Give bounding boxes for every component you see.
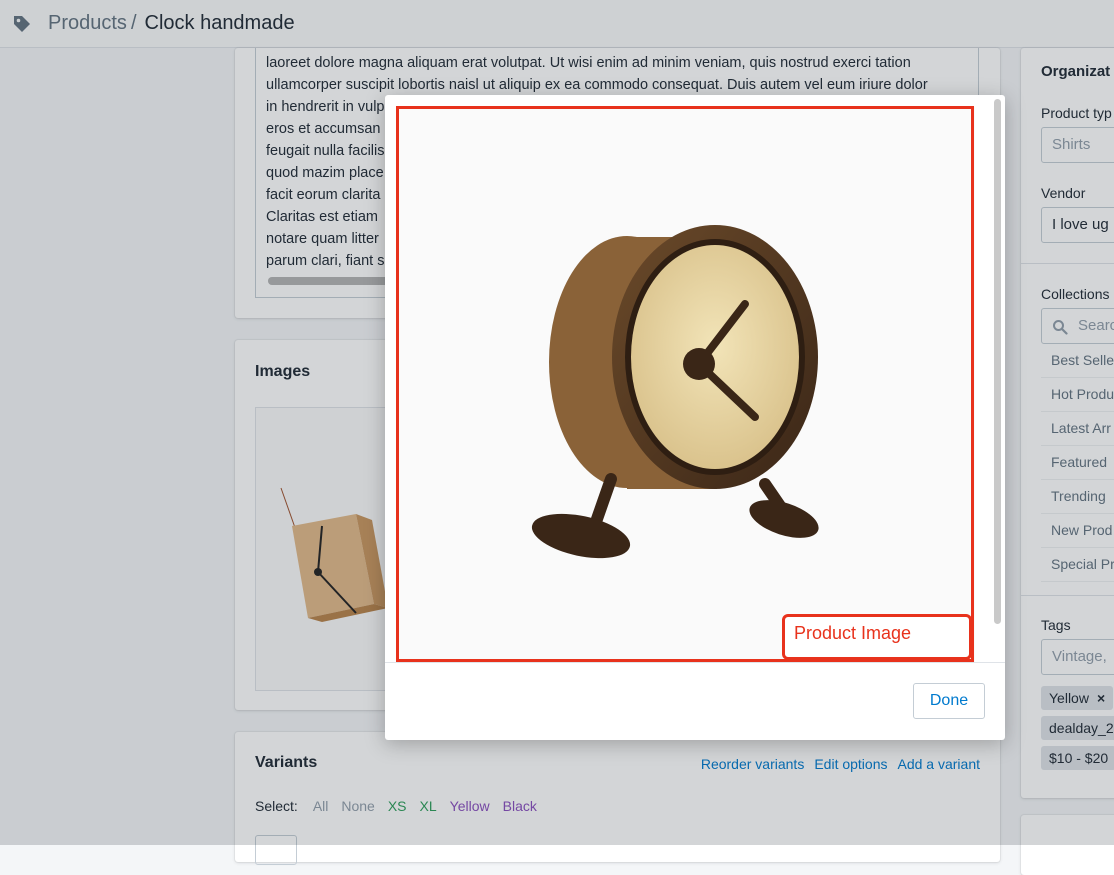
annotation-label: Product Image: [794, 623, 912, 643]
done-button[interactable]: Done: [913, 683, 985, 719]
modal-scrollbar[interactable]: [994, 99, 1001, 624]
product-image-highlight: [396, 106, 974, 662]
modal-footer: Done: [385, 662, 1005, 741]
annotation-label-box: Product Image: [782, 614, 972, 660]
